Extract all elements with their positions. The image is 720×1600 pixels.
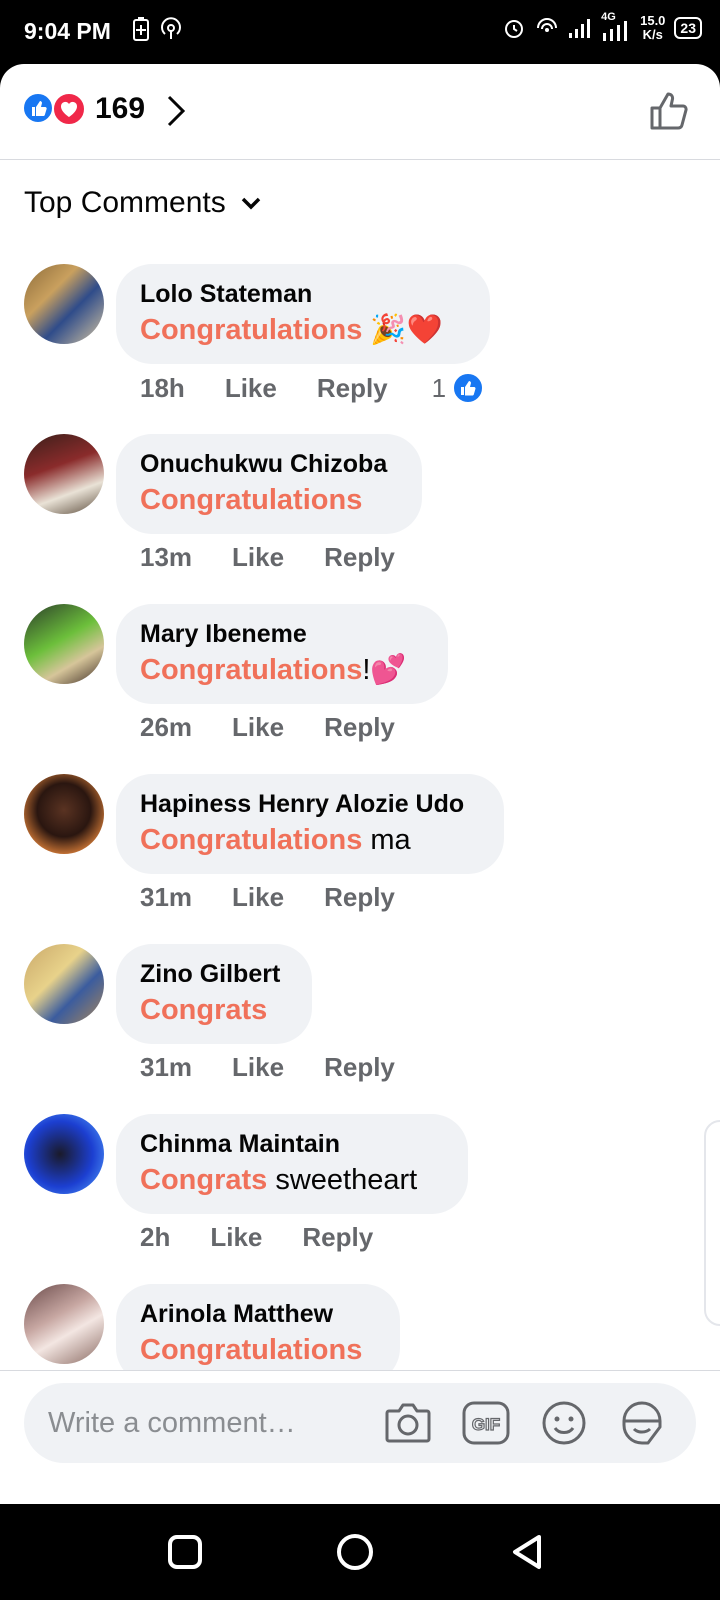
reply-link[interactable]: Reply: [302, 1222, 373, 1253]
emoji-icon[interactable]: [538, 1397, 590, 1449]
camera-icon[interactable]: [382, 1397, 434, 1449]
comment-text: Congrats: [140, 994, 268, 1026]
side-handle[interactable]: [704, 1120, 720, 1326]
comment-item: Zino Gilbert Congrats 31m Like Reply: [0, 944, 720, 1114]
composer-bar: GIF: [0, 1370, 720, 1504]
comment-item: Chinma Maintain Congrats sweetheart 2h L…: [0, 1114, 720, 1284]
sort-dropdown[interactable]: Top Comments: [24, 186, 262, 220]
recents-icon[interactable]: [165, 1532, 205, 1572]
like-link[interactable]: Like: [232, 542, 284, 573]
svg-text:GIF: GIF: [472, 1415, 500, 1434]
wifi-hotspot-icon: [537, 18, 558, 32]
comment-actions: 18h Like Reply 1: [140, 372, 485, 404]
comment-bubble[interactable]: Zino Gilbert Congrats: [116, 944, 312, 1044]
comment-text: Congratulations: [140, 1334, 363, 1366]
comment-composer: GIF: [24, 1383, 696, 1463]
signal-icon: [569, 19, 591, 38]
comment-time: 13m: [140, 542, 193, 572]
reaction-count: 169: [95, 92, 146, 125]
comment-actions: 31m Like Reply: [140, 882, 395, 913]
commenter-name[interactable]: Hapiness Henry Alozie Udo: [140, 788, 480, 820]
commenter-name[interactable]: Onuchukwu Chizoba: [140, 448, 398, 480]
reply-link[interactable]: Reply: [324, 712, 395, 743]
comment-text: Congratulations 🎉❤️: [140, 314, 443, 346]
avatar[interactable]: [24, 1284, 104, 1364]
like-link[interactable]: Like: [232, 712, 284, 743]
comment-actions: 26m Like Reply: [140, 712, 395, 743]
comment-reactions[interactable]: 1: [432, 372, 485, 404]
reply-link[interactable]: Reply: [324, 542, 395, 573]
comment-item: Mary Ibeneme Congratulations!💕 26m Like …: [0, 604, 720, 774]
like-link[interactable]: Like: [232, 882, 284, 913]
comment-bubble[interactable]: Mary Ibeneme Congratulations!💕: [116, 604, 448, 704]
reaction-icons: [22, 92, 88, 126]
comment-text: Congratulations!💕: [140, 654, 407, 686]
comment-bubble[interactable]: Chinma Maintain Congrats sweetheart: [116, 1114, 468, 1214]
reactions-header[interactable]: 169: [0, 64, 720, 160]
commenter-name[interactable]: Zino Gilbert: [140, 958, 288, 990]
comment-text: Congratulations ma: [140, 824, 411, 856]
system-nav-bar: [0, 1504, 720, 1600]
comment-text: Congratulations: [140, 484, 363, 516]
avatar[interactable]: [24, 604, 104, 684]
gif-icon[interactable]: GIF: [460, 1397, 512, 1449]
love-icon: [52, 92, 86, 126]
avatar[interactable]: [24, 1114, 104, 1194]
like-link[interactable]: Like: [232, 1052, 284, 1083]
like-button-icon[interactable]: [648, 90, 690, 132]
like-icon: [452, 372, 485, 404]
commenter-name[interactable]: Mary Ibeneme: [140, 618, 424, 650]
comment-text: Congrats sweetheart: [140, 1164, 418, 1196]
status-bar: 9:04 PM 4G 15.0 K/s 23: [0, 0, 720, 64]
chevron-down-icon: [241, 197, 260, 210]
signal-4g-icon: 4G: [601, 11, 631, 41]
comment-input[interactable]: [48, 1383, 368, 1463]
like-link[interactable]: Like: [210, 1222, 262, 1253]
avatar[interactable]: [24, 434, 104, 514]
like-icon: [22, 92, 54, 124]
commenter-name[interactable]: Lolo Stateman: [140, 278, 466, 310]
reply-link[interactable]: Reply: [317, 373, 388, 404]
comment-bubble[interactable]: Arinola Matthew Congratulations: [116, 1284, 400, 1384]
back-icon[interactable]: [508, 1532, 548, 1572]
network-speed: 15.0 K/s: [640, 13, 666, 42]
comments-sheet: 169 Top Comments Lolo Stateman Congratul…: [0, 64, 720, 1504]
reply-link[interactable]: Reply: [324, 882, 395, 913]
comment-time: 18h: [140, 372, 185, 403]
comment-item: Hapiness Henry Alozie Udo Congratulation…: [0, 774, 720, 944]
like-link[interactable]: Like: [225, 373, 277, 404]
sort-label: Top Comments: [24, 186, 226, 219]
alarm-icon: [505, 20, 524, 38]
sticker-icon[interactable]: [616, 1397, 668, 1449]
avatar[interactable]: [24, 944, 104, 1024]
comment-time: 31m: [140, 882, 193, 912]
comment-time: 31m: [140, 1052, 193, 1082]
comment-actions: 2h Like Reply: [140, 1222, 373, 1253]
comment-actions: 13m Like Reply: [140, 542, 395, 573]
comment-time: 2h: [140, 1222, 171, 1252]
status-time: 9:04 PM: [24, 18, 111, 44]
battery-level: 23: [674, 17, 702, 39]
commenter-name[interactable]: Chinma Maintain: [140, 1128, 444, 1160]
reply-link[interactable]: Reply: [324, 1052, 395, 1083]
comment-bubble[interactable]: Onuchukwu Chizoba Congratulations: [116, 434, 422, 534]
hotspot-icon: [161, 17, 181, 39]
comment-bubble[interactable]: Hapiness Henry Alozie Udo Congratulation…: [116, 774, 504, 874]
comment-actions: 31m Like Reply: [140, 1052, 395, 1083]
avatar[interactable]: [24, 264, 104, 344]
battery-saver-icon: [133, 17, 149, 41]
home-icon[interactable]: [335, 1532, 375, 1572]
comment-time: 26m: [140, 712, 193, 742]
avatar[interactable]: [24, 774, 104, 854]
comment-item: Onuchukwu Chizoba Congratulations 13m Li…: [0, 434, 720, 604]
comment-item: Lolo Stateman Congratulations 🎉❤️ 18h Li…: [0, 264, 720, 434]
chevron-right-icon[interactable]: [165, 94, 187, 128]
comment-bubble[interactable]: Lolo Stateman Congratulations 🎉❤️: [116, 264, 490, 364]
commenter-name[interactable]: Arinola Matthew: [140, 1298, 376, 1330]
